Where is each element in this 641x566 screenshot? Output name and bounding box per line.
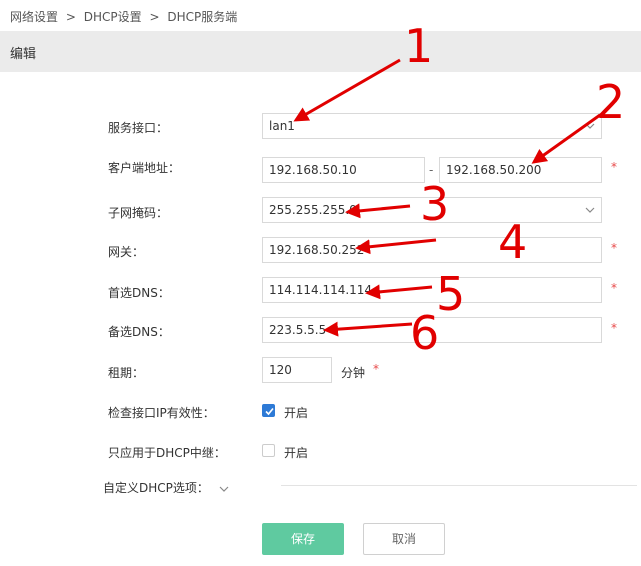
client-range-end-value: 192.168.50.200 xyxy=(446,163,542,177)
breadcrumb-item-dhcp-server: DHCP服务端 xyxy=(167,10,238,24)
check-ip-checkbox[interactable] xyxy=(262,404,275,417)
relay-only-option-label[interactable]: 开启 xyxy=(284,444,308,461)
lease-input[interactable]: 120 xyxy=(262,357,332,383)
gateway-label: 网关： xyxy=(108,245,145,259)
breadcrumb: 网络设置 > DHCP设置 > DHCP服务端 xyxy=(10,8,237,25)
lease-value: 120 xyxy=(269,363,292,377)
breadcrumb-item-network[interactable]: 网络设置 xyxy=(10,10,58,24)
required-mark: * xyxy=(611,160,617,174)
required-mark: * xyxy=(611,241,617,255)
range-dash: - xyxy=(429,163,434,177)
chevron-down-icon xyxy=(585,123,595,129)
client-range-start-input[interactable]: 192.168.50.10 xyxy=(262,157,425,183)
save-button[interactable]: 保存 xyxy=(262,523,344,555)
gateway-input[interactable]: 192.168.50.252 xyxy=(262,237,602,263)
netmask-select-value: 255.255.255.0 xyxy=(269,203,357,217)
section-header: 编辑 xyxy=(0,31,641,72)
chevron-down-icon xyxy=(219,486,229,492)
primary-dns-input[interactable]: 114.114.114.114 xyxy=(262,277,602,303)
custom-options-label: 自定义DHCP选项： xyxy=(103,481,209,495)
primary-dns-value: 114.114.114.114 xyxy=(269,283,373,297)
client-range-start-value: 192.168.50.10 xyxy=(269,163,357,177)
secondary-dns-value: 223.5.5.5 xyxy=(269,323,327,337)
check-ip-option-label[interactable]: 开启 xyxy=(284,404,308,421)
breadcrumb-separator: > xyxy=(65,10,76,24)
secondary-dns-input[interactable]: 223.5.5.5 xyxy=(262,317,602,343)
netmask-label: 子网掩码： xyxy=(108,206,169,220)
lease-label: 租期： xyxy=(108,366,145,380)
gateway-value: 192.168.50.252 xyxy=(269,243,365,257)
check-ip-label: 检查接口IP有效性： xyxy=(108,406,215,420)
relay-only-label: 只应用于DHCP中继： xyxy=(108,446,226,460)
required-mark: * xyxy=(611,281,617,295)
check-icon xyxy=(265,407,274,416)
netmask-select[interactable]: 255.255.255.0 xyxy=(262,197,602,223)
lease-unit: 分钟 xyxy=(341,366,366,380)
section-divider xyxy=(281,485,637,486)
chevron-down-icon xyxy=(585,207,595,213)
custom-options-toggle[interactable]: 自定义DHCP选项： xyxy=(103,479,229,496)
interface-select[interactable]: lan1 xyxy=(262,113,602,139)
required-mark: * xyxy=(611,321,617,335)
relay-only-checkbox[interactable] xyxy=(262,444,275,457)
primary-dns-label: 首选DNS： xyxy=(108,286,170,300)
interface-label: 服务接口： xyxy=(108,121,169,135)
secondary-dns-label: 备选DNS： xyxy=(108,325,170,339)
breadcrumb-separator: > xyxy=(149,10,160,24)
cancel-button[interactable]: 取消 xyxy=(363,523,445,555)
section-title: 编辑 xyxy=(10,47,37,62)
required-mark: * xyxy=(373,362,379,376)
interface-select-value: lan1 xyxy=(269,119,295,133)
client-range-end-input[interactable]: 192.168.50.200 xyxy=(439,157,602,183)
client-range-label: 客户端地址： xyxy=(108,161,181,175)
breadcrumb-item-dhcp[interactable]: DHCP设置 xyxy=(84,10,142,24)
